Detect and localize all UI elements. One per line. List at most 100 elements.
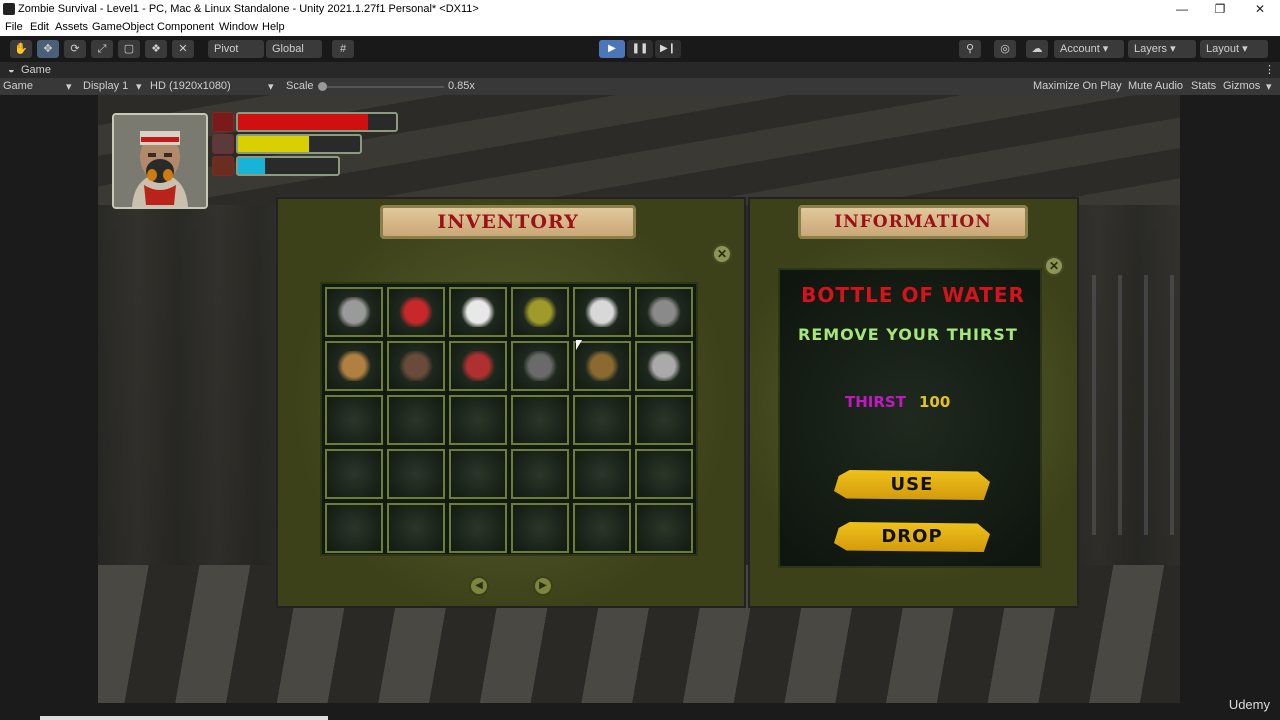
pivot-label: Pivot [214, 43, 239, 55]
inventory-slot[interactable] [387, 503, 445, 553]
scene-railing [1070, 275, 1180, 535]
scale-slider-handle[interactable] [318, 82, 327, 91]
menu-file[interactable]: File [5, 21, 23, 33]
account-dropdown[interactable]: Account ▾ [1054, 40, 1124, 58]
inventory-slot[interactable] [325, 341, 383, 391]
inventory-slot[interactable] [635, 395, 693, 445]
melon-icon [521, 297, 559, 327]
inventory-slot[interactable] [511, 449, 569, 499]
restore-button[interactable]: ❐ [1200, 0, 1240, 20]
inventory-slot[interactable] [449, 395, 507, 445]
inventory-slot[interactable] [511, 287, 569, 337]
inventory-slot[interactable] [511, 341, 569, 391]
use-button[interactable]: USE [834, 470, 990, 500]
game-tab[interactable]: Game [21, 64, 51, 76]
transform-tool-icon[interactable]: ❖ [145, 40, 167, 58]
inventory-slot[interactable] [325, 503, 383, 553]
menu-help[interactable]: Help [262, 21, 285, 33]
play-button[interactable]: ▶ [599, 40, 625, 58]
resolution-chevron-icon[interactable]: ▾ [268, 80, 274, 93]
gizmos-toggle[interactable]: Gizmos [1223, 80, 1260, 92]
prev-page-icon[interactable]: ◀ [469, 576, 489, 596]
information-close-icon[interactable]: ✕ [1044, 256, 1064, 276]
gizmos-chevron-icon[interactable]: ▾ [1266, 80, 1272, 93]
close-button[interactable]: ✕ [1240, 0, 1280, 20]
view-select[interactable]: Game [3, 80, 33, 92]
inventory-slot[interactable] [511, 395, 569, 445]
cloud-icon[interactable]: ☁ [1026, 40, 1048, 58]
magazine-icon [645, 297, 683, 327]
inventory-slot[interactable] [325, 395, 383, 445]
inventory-slot[interactable] [511, 503, 569, 553]
more-options-icon[interactable]: ⋮ [1264, 63, 1275, 76]
account-label: Account [1060, 43, 1100, 55]
display-chevron-icon[interactable]: ▾ [136, 80, 142, 93]
layout-dropdown[interactable]: Layout ▾ [1200, 40, 1268, 58]
drop-button[interactable]: DROP [834, 522, 990, 552]
gamepad-icon: ◒ [8, 64, 15, 76]
stat-value: 100 [919, 393, 951, 411]
inventory-slot[interactable] [573, 503, 631, 553]
next-page-icon[interactable]: ▶ [533, 576, 553, 596]
pivot-toggle[interactable]: Pivot [208, 40, 264, 58]
inventory-slot[interactable] [635, 503, 693, 553]
drink-icon [212, 156, 234, 176]
move-tool-icon[interactable]: ✥ [37, 40, 59, 58]
inventory-slot[interactable] [387, 395, 445, 445]
global-toggle[interactable]: Global [266, 40, 322, 58]
inventory-slot[interactable] [325, 449, 383, 499]
inventory-slot[interactable] [449, 341, 507, 391]
layers-dropdown[interactable]: Layers ▾ [1128, 40, 1196, 58]
collab-icon[interactable]: ◎ [994, 40, 1016, 58]
minimize-button[interactable]: — [1162, 0, 1202, 20]
search-icon[interactable]: ⚲ [959, 40, 981, 58]
menu-assets[interactable]: Assets [55, 21, 88, 33]
inventory-close-icon[interactable]: ✕ [712, 244, 732, 264]
inventory-slot[interactable] [449, 287, 507, 337]
scale-slider-track[interactable] [322, 86, 444, 88]
hand-tool-icon[interactable]: ✋ [10, 40, 32, 58]
resolution-select[interactable]: HD (1920x1080) [150, 80, 231, 92]
inventory-slot[interactable] [635, 287, 693, 337]
inventory-slot[interactable] [573, 395, 631, 445]
menu-edit[interactable]: Edit [30, 21, 49, 33]
step-button[interactable]: ▶❙ [655, 40, 681, 58]
thirst-bar [236, 156, 340, 176]
hunger-bar-fill [238, 136, 309, 152]
menu-window[interactable]: Window [219, 21, 258, 33]
menu-component[interactable]: Component [157, 21, 214, 33]
inventory-slot[interactable] [573, 449, 631, 499]
grid-snap-icon[interactable]: # [332, 40, 354, 58]
menu-gameobject[interactable]: GameObject [92, 21, 154, 33]
window-title-bar: Zombie Survival - Level1 - PC, Mac & Lin… [0, 0, 1280, 20]
axe-icon [459, 351, 497, 381]
item-name: BOTTLE OF WATER [801, 283, 1025, 307]
inventory-slot[interactable] [449, 503, 507, 553]
shotgun-icon [645, 351, 683, 381]
unity-icon [3, 3, 15, 15]
pause-button[interactable]: ❚❚ [627, 40, 653, 58]
scale-tool-icon[interactable]: ⤢ [91, 40, 113, 58]
inventory-slot[interactable] [387, 341, 445, 391]
custom-tool-icon[interactable]: ✕ [172, 40, 194, 58]
inventory-slot[interactable] [635, 449, 693, 499]
toolbar: ✋ ✥ ⟳ ⤢ ▢ ❖ ✕ Pivot Global # ▶ ❚❚ ▶❙ ⚲ ◎… [0, 36, 1280, 62]
mute-audio-toggle[interactable]: Mute Audio [1128, 80, 1183, 92]
inventory-slot[interactable] [387, 449, 445, 499]
inventory-slot[interactable] [573, 287, 631, 337]
canned-food-icon [397, 297, 435, 327]
mouse-cursor-icon [576, 340, 582, 350]
inventory-slot[interactable] [387, 287, 445, 337]
inventory-slot[interactable] [325, 287, 383, 337]
rect-tool-icon[interactable]: ▢ [118, 40, 140, 58]
stat-label: THIRST [845, 393, 906, 411]
inventory-slot[interactable] [449, 449, 507, 499]
rotate-tool-icon[interactable]: ⟳ [64, 40, 86, 58]
stats-toggle[interactable]: Stats [1191, 80, 1216, 92]
inventory-slot[interactable] [635, 341, 693, 391]
maximize-on-play-toggle[interactable]: Maximize On Play [1033, 80, 1122, 92]
view-chevron-icon[interactable]: ▾ [66, 80, 72, 93]
food-icon [212, 134, 234, 154]
display-select[interactable]: Display 1 [83, 80, 128, 92]
inventory-title: INVENTORY [380, 205, 636, 239]
